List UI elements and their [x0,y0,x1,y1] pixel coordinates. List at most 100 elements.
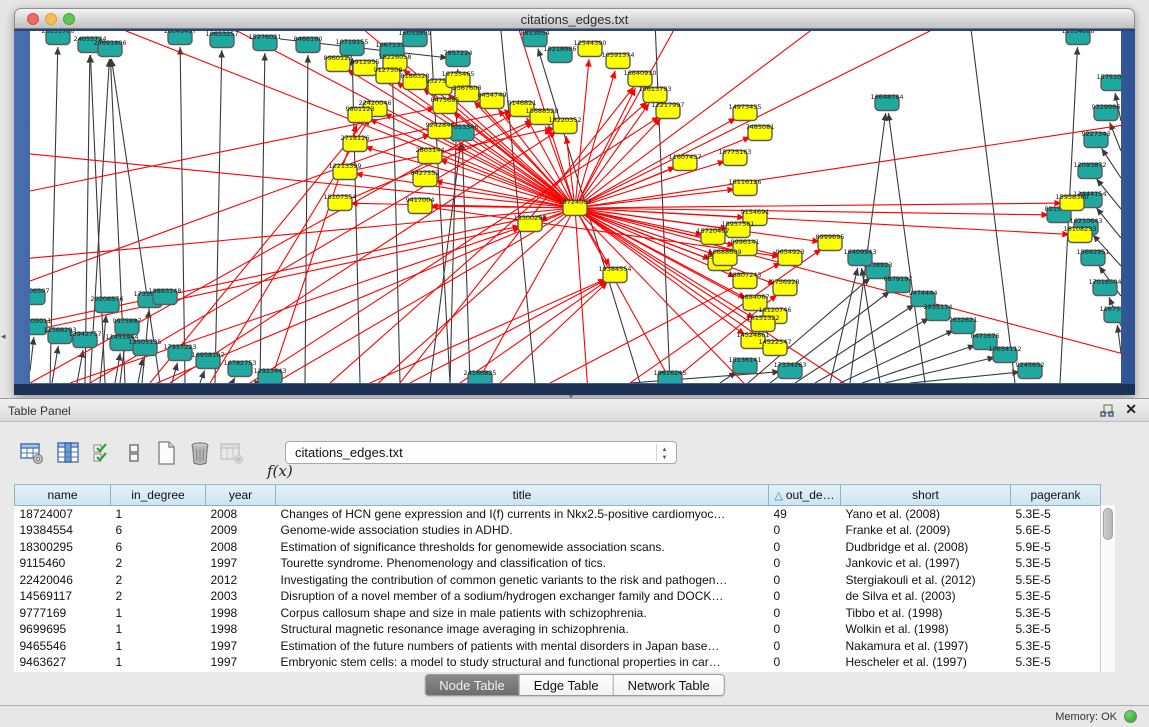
graph-node[interactable]: 18807243 [728,271,761,289]
cell-name[interactable]: 9777169 [15,605,111,622]
graph-node[interactable]: 7857224 [444,49,473,67]
graph-edge[interactable] [970,31,1015,383]
cell-title[interactable]: Tourette syndrome. Phenomenology and cla… [276,555,769,572]
show-columns-button[interactable] [54,440,82,468]
graph-edge[interactable] [840,330,954,383]
graph-node[interactable]: 2803144 [416,146,445,164]
graph-node[interactable]: 13942757 [68,330,101,348]
graph-node[interactable]: 12213399 [328,162,361,180]
cell-pagerank[interactable]: 5.3E-5 [1011,605,1101,622]
graph-node[interactable]: 8475685 [431,96,460,114]
cell-short[interactable]: Franke et al. (2009) [841,522,1011,539]
cell-title[interactable]: Investigating the contribution of common… [276,572,769,589]
graph-edge[interactable] [575,208,1121,361]
column-header-title[interactable]: title [276,485,769,506]
cell-pagerank[interactable]: 5.6E-5 [1011,522,1101,539]
graph-node[interactable]: 10688609 [708,248,741,266]
column-header-year[interactable]: year [206,485,276,506]
table-row[interactable]: 2242004622012Investigating the contribut… [15,572,1101,589]
table-settings-button[interactable] [18,440,46,468]
table-selector-dropdown[interactable]: citations_edges.txt ▲▼ [285,441,677,464]
graph-node[interactable]: 19384554 [598,265,631,283]
column-header-short[interactable]: short [841,485,1011,506]
graph-edge[interactable] [410,280,606,383]
graph-node[interactable]: 9975887 [113,317,142,335]
graph-node[interactable]: 12093872 [1073,161,1106,179]
window-titlebar[interactable]: citations_edges.txt [14,8,1135,29]
graph-node[interactable]: 8427552 [411,169,440,187]
cell-out_degree[interactable]: 0 [769,621,841,638]
graph-node[interactable]: 17334263 [773,361,806,379]
graph-node[interactable]: 9227343 [1082,130,1111,148]
cell-in_degree[interactable]: 1 [111,506,206,523]
graph-node[interactable]: 14522547 [758,338,791,356]
graph-node[interactable]: 12923443 [253,367,286,383]
graph-node[interactable]: 15136141 [728,356,761,374]
close-panel-icon[interactable]: ✕ [1125,401,1137,418]
graph-node[interactable]: 17016504 [1088,278,1121,296]
graph-node[interactable]: 14973435 [728,103,761,121]
cell-short[interactable]: Hescheler et al. (1997) [841,654,1011,671]
cell-out_degree[interactable]: 0 [769,572,841,589]
graph-node[interactable]: 16033809 [398,31,431,47]
table-row[interactable]: 911546021997Tourette syndrome. Phenomeno… [15,555,1101,572]
graph-node[interactable]: 16782753 [223,359,256,377]
cell-name[interactable]: 14569117 [15,588,111,605]
graph-edge[interactable] [330,102,648,383]
graph-node[interactable]: 18775163 [718,148,751,166]
graph-edge[interactable] [232,378,235,383]
memory-ok-indicator-icon[interactable] [1124,710,1137,723]
graph-node[interactable]: 19616245 [653,369,686,383]
graph-node[interactable]: 16108233 [1063,225,1096,243]
cell-name[interactable]: 9465546 [15,638,111,655]
cell-pagerank[interactable]: 5.9E-5 [1011,539,1101,556]
column-header-in_degree[interactable]: in_degree [111,485,206,506]
cell-short[interactable]: Stergiakouli et al. (2012) [841,572,1011,589]
cell-title[interactable]: Corpus callosum shape and size in male p… [276,605,769,622]
table-row[interactable]: 1830029562008Estimation of significance … [15,539,1101,556]
cell-title[interactable]: Estimation of the future numbers of pati… [276,638,769,655]
cell-title[interactable]: Structural magnetic resonance image aver… [276,621,769,638]
table-row[interactable]: 969969511998Structural magnetic resonanc… [15,621,1101,638]
graph-node[interactable]: 9417004 [406,196,435,214]
cell-pagerank[interactable]: 5.3E-5 [1011,621,1101,638]
cell-title[interactable]: Disruption of a novel member of a sodium… [276,588,769,605]
graph-node[interactable]: 16648784 [870,93,903,111]
graph-node[interactable]: 15276021 [248,33,281,51]
graph-node[interactable]: 8960123 [324,54,353,72]
cell-year[interactable]: 2008 [206,539,276,556]
cell-short[interactable]: Jankovic et al. (1997) [841,555,1011,572]
graph-edge[interactable] [260,53,265,383]
cell-in_degree[interactable]: 2 [111,555,206,572]
cell-name[interactable]: 18300295 [15,539,111,556]
cell-in_degree[interactable]: 6 [111,522,206,539]
cell-pagerank[interactable]: 5.3E-5 [1011,654,1101,671]
graph-node[interactable]: 15958380 [1055,193,1088,211]
cell-pagerank[interactable]: 5.3E-5 [1011,638,1101,655]
cell-name[interactable]: 9115460 [15,555,111,572]
cell-pagerank[interactable]: 5.3E-5 [1011,555,1101,572]
cell-out_degree[interactable]: 0 [769,654,841,671]
cell-out_degree[interactable]: 49 [769,506,841,523]
graph-edge[interactable] [30,337,34,371]
new-table-button[interactable] [152,440,180,468]
graph-edge[interactable] [1117,325,1121,353]
cell-in_degree[interactable]: 6 [111,539,206,556]
graph-node[interactable]: 16409543 [843,248,876,266]
graph-node[interactable]: 16958107 [191,351,224,369]
float-panel-icon[interactable] [1099,403,1115,419]
cell-name[interactable]: 18724007 [15,506,111,523]
graph-node[interactable]: 11054808 [1061,31,1094,45]
cell-title[interactable]: Changes of HCN gene expression and I(f) … [276,506,769,523]
cell-name[interactable]: 19384554 [15,522,111,539]
cell-title[interactable]: Embryonic stem cells: a model to study s… [276,654,769,671]
graph-node[interactable]: 15751074 [1096,73,1121,91]
graph-node[interactable]: 9654923 [776,248,805,266]
graph-node[interactable]: 20691406 [93,39,126,57]
cell-short[interactable]: Tibbo et al. (1998) [841,605,1011,622]
graph-node[interactable]: 24166825 [463,369,496,383]
table-scrollbar[interactable] [1100,505,1115,672]
graph-node[interactable]: 2718126 [341,134,370,152]
graph-node[interactable]: 9242848 [426,121,455,139]
column-header-pagerank[interactable]: pagerank [1011,485,1101,506]
